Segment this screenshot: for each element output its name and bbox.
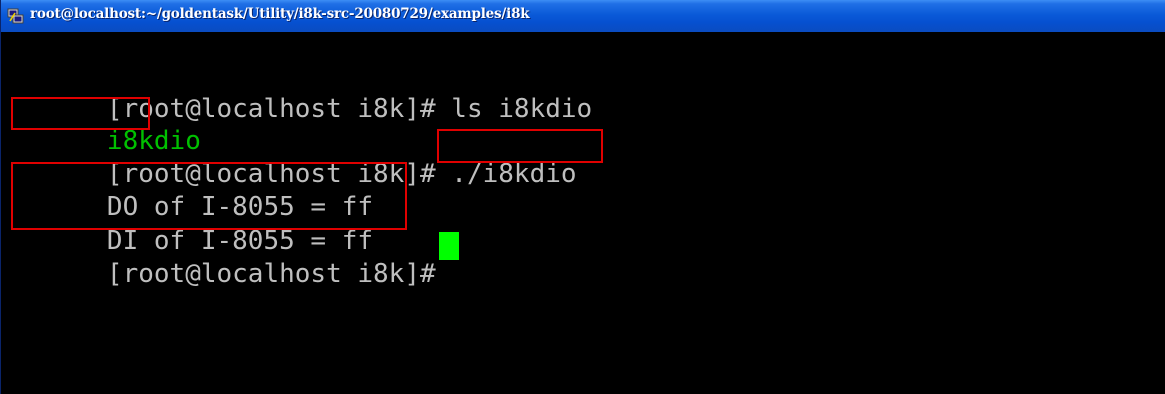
command-text: ls i8kdio <box>451 94 593 124</box>
shell-prompt: [root@localhost i8k]# <box>106 259 452 289</box>
highlight-box-command <box>437 129 603 163</box>
terminal-screen[interactable]: [root@localhost i8k]# ls i8kdio i8kdio [… <box>9 32 1159 394</box>
terminal-line-6: [root@localhost i8k]# <box>13 229 451 289</box>
window-title: root@localhost:~/goldentask/Utility/i8k-… <box>30 6 530 22</box>
title-bar[interactable]: root@localhost:~/goldentask/Utility/i8k-… <box>1 0 1165 32</box>
highlight-box-result <box>11 162 407 230</box>
terminal-window: root@localhost:~/goldentask/Utility/i8k-… <box>0 0 1165 394</box>
putty-terminal-icon <box>7 8 24 24</box>
terminal-cursor <box>439 232 459 260</box>
terminal-line-1: [root@localhost i8k]# ls i8kdio <box>13 64 592 124</box>
command-text: ./i8kdio <box>451 159 577 189</box>
highlight-box-output <box>11 97 150 130</box>
